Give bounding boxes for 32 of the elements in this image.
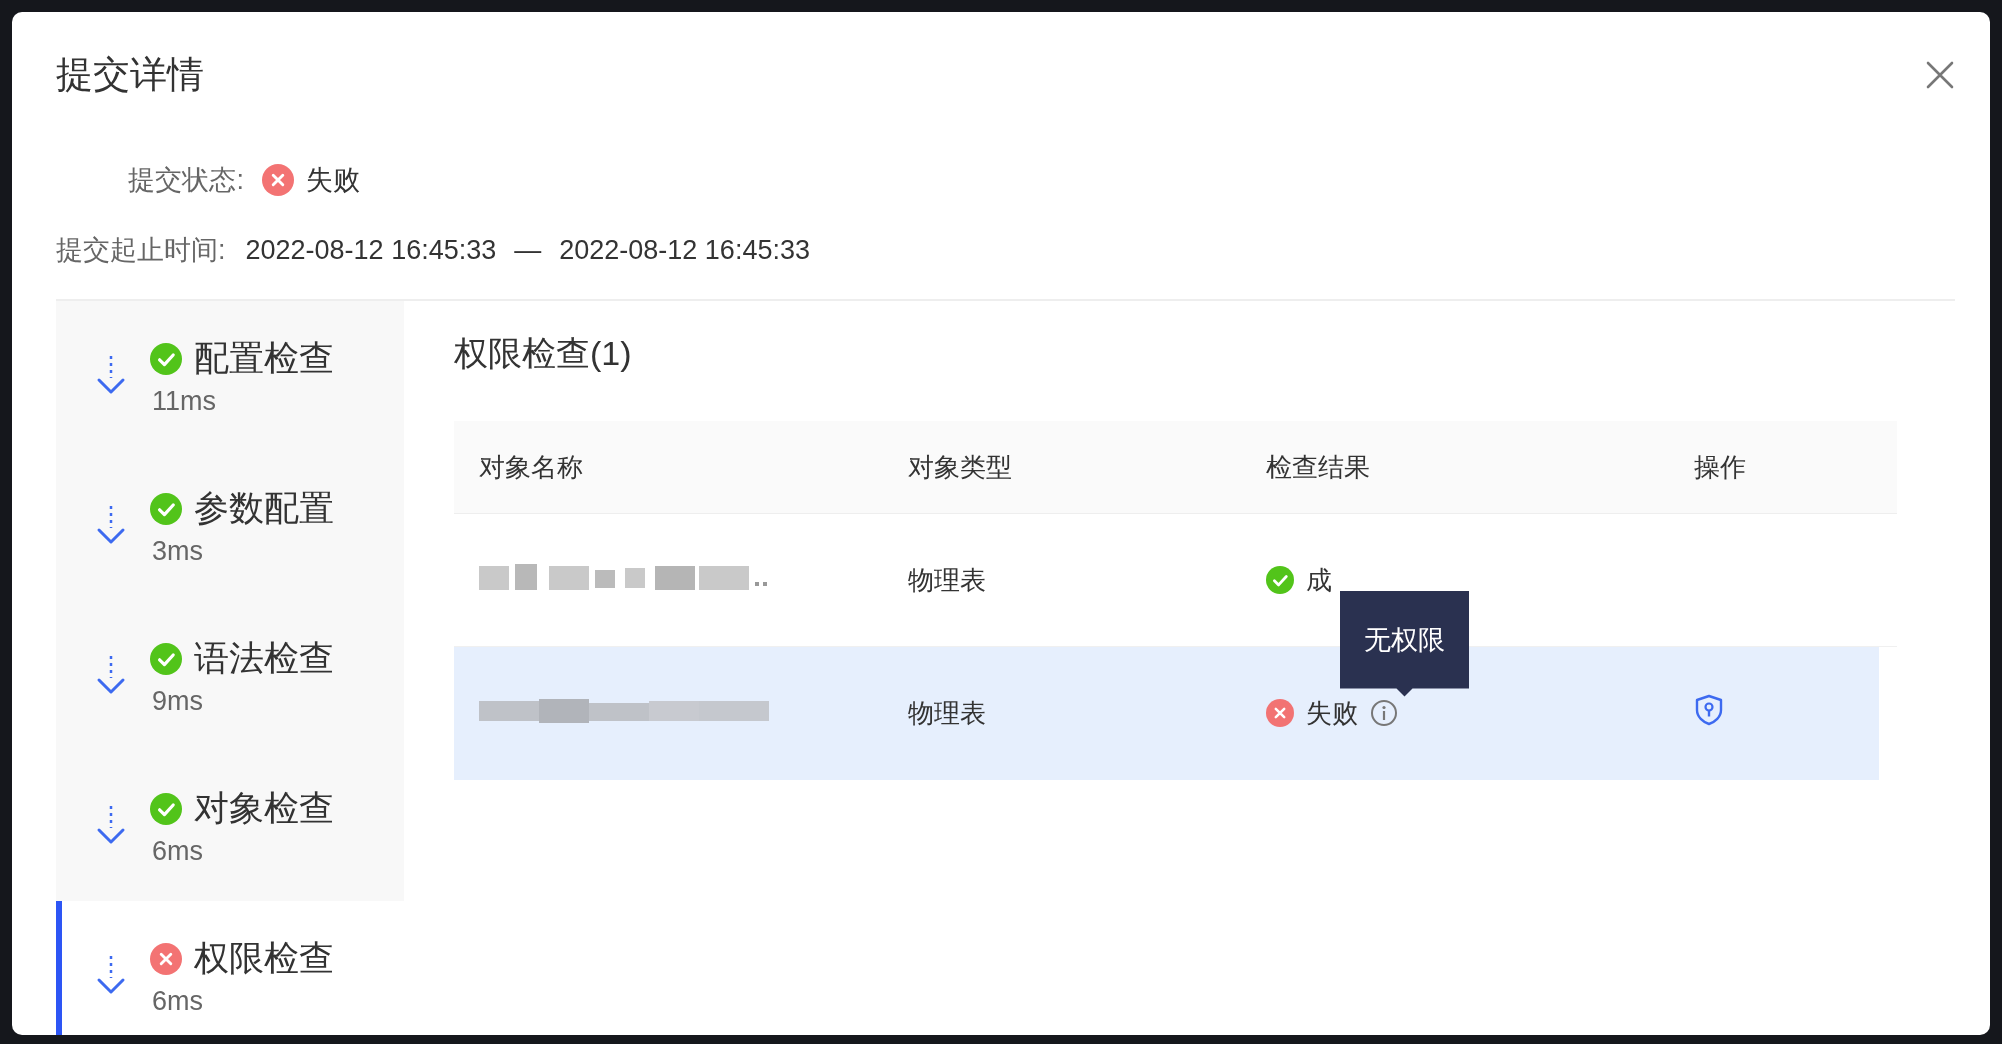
field-label: 提交状态: xyxy=(127,164,245,197)
end-time: 2022-08-12 16:45:33 xyxy=(559,234,810,266)
step-item[interactable]: 参数配置 3ms xyxy=(56,451,404,601)
step-name: 对象检查 xyxy=(194,787,334,829)
step-item[interactable]: 配置检查 11ms xyxy=(56,301,404,451)
step-name: 语法检查 xyxy=(194,637,334,679)
tooltip: 无权限 xyxy=(1340,590,1469,697)
step-item[interactable]: 语法检查 9ms xyxy=(56,601,404,751)
shield-icon[interactable] xyxy=(1694,693,1724,726)
step-item[interactable]: 对象检查 6ms xyxy=(56,751,404,901)
column-header: 对象类型 xyxy=(908,450,1013,484)
step-duration: 3ms xyxy=(151,536,204,567)
step-name: 权限检查 xyxy=(194,937,334,979)
column-header: 对象名称 xyxy=(479,450,584,484)
field-label: 提交起止时间: xyxy=(56,234,227,267)
panel-title: 权限检查(1) xyxy=(454,333,633,374)
step-duration: 11ms xyxy=(151,386,218,417)
range-separator: — xyxy=(513,234,543,266)
step-duration: 9ms xyxy=(151,686,204,717)
column-header: 操作 xyxy=(1694,450,1747,484)
step-name: 配置检查 xyxy=(194,337,334,379)
table-cell-text: 物理表 xyxy=(908,696,987,730)
dialog-title: 提交详情 xyxy=(56,53,204,97)
status-value: 失败 xyxy=(306,164,360,197)
step-duration: 6ms xyxy=(151,836,204,867)
column-header: 检查结果 xyxy=(1266,450,1371,484)
close-icon[interactable] xyxy=(1925,60,1955,90)
start-time: 2022-08-12 16:45:33 xyxy=(245,234,497,266)
step-name: 参数配置 xyxy=(194,487,334,529)
info-icon[interactable] xyxy=(1370,699,1398,727)
step-duration: 6ms xyxy=(151,986,204,1017)
result-text: 失败 xyxy=(1306,696,1358,730)
